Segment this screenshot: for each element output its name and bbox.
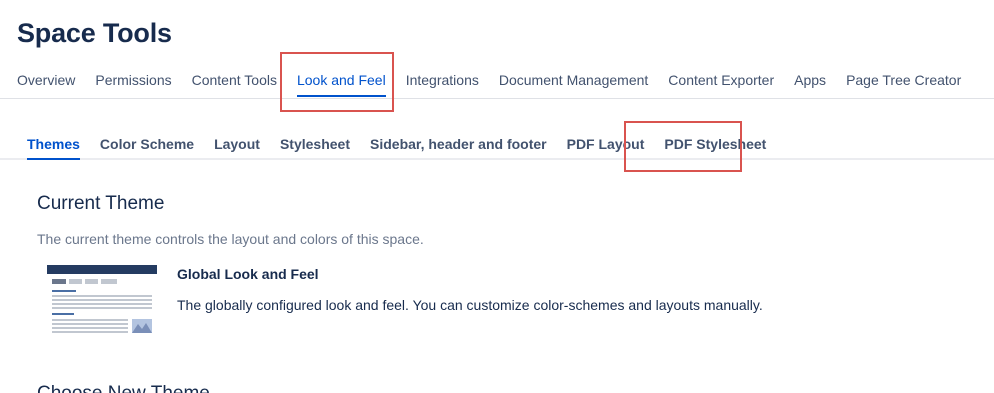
current-theme-description: The current theme controls the layout an…: [37, 231, 424, 247]
theme-name: Global Look and Feel: [177, 266, 319, 282]
choose-new-theme-heading: Choose New Theme: [37, 383, 210, 393]
tab-look-and-feel[interactable]: Look and Feel: [296, 62, 386, 98]
tab-overview[interactable]: Overview: [17, 62, 75, 98]
page-title: Space Tools: [17, 18, 172, 48]
thumb-text-line: [52, 303, 152, 305]
thumb-header-bar: [47, 265, 157, 274]
thumb-nav-item: [52, 279, 66, 284]
theme-description: The globally configured look and feel. Y…: [177, 297, 763, 313]
thumb-text-line: [52, 327, 128, 329]
tab-integrations[interactable]: Integrations: [406, 62, 479, 98]
mountain-icon: [132, 319, 152, 333]
thumb-image-icon: [132, 319, 152, 333]
current-theme-heading: Current Theme: [37, 193, 165, 214]
thumb-nav-item: [69, 279, 82, 284]
tab-permissions[interactable]: Permissions: [95, 62, 171, 98]
subtab-color-scheme[interactable]: Color Scheme: [100, 126, 194, 158]
thumb-text-line: [52, 307, 152, 309]
subtab-themes[interactable]: Themes: [27, 126, 80, 160]
secondary-tabs: Themes Color Scheme Layout Stylesheet Si…: [0, 126, 994, 160]
thumb-link-line: [52, 290, 76, 292]
subtab-layout[interactable]: Layout: [214, 126, 260, 158]
thumb-text-line: [52, 295, 152, 297]
tab-content-exporter[interactable]: Content Exporter: [668, 62, 774, 98]
tab-apps[interactable]: Apps: [794, 62, 826, 98]
thumb-text-line: [52, 331, 128, 333]
subtab-sidebar-header-footer[interactable]: Sidebar, header and footer: [370, 126, 547, 158]
subtab-stylesheet[interactable]: Stylesheet: [280, 126, 350, 158]
thumb-link-line: [52, 313, 74, 315]
thumb-nav-item: [85, 279, 98, 284]
thumb-text-line: [52, 299, 152, 301]
thumb-text-line: [52, 323, 128, 325]
subtab-pdf-stylesheet[interactable]: PDF Stylesheet: [664, 126, 766, 158]
tab-document-management[interactable]: Document Management: [499, 62, 648, 98]
tab-page-tree-creator[interactable]: Page Tree Creator: [846, 62, 961, 98]
space-tools-page: Space Tools Overview Permissions Content…: [0, 0, 994, 393]
theme-preview-thumbnail: [47, 265, 157, 335]
primary-tabs: Overview Permissions Content Tools Look …: [0, 62, 994, 99]
thumb-nav-item: [101, 279, 117, 284]
subtab-pdf-layout[interactable]: PDF Layout: [567, 126, 645, 158]
thumb-text-line: [52, 319, 128, 321]
tab-content-tools[interactable]: Content Tools: [192, 62, 277, 98]
